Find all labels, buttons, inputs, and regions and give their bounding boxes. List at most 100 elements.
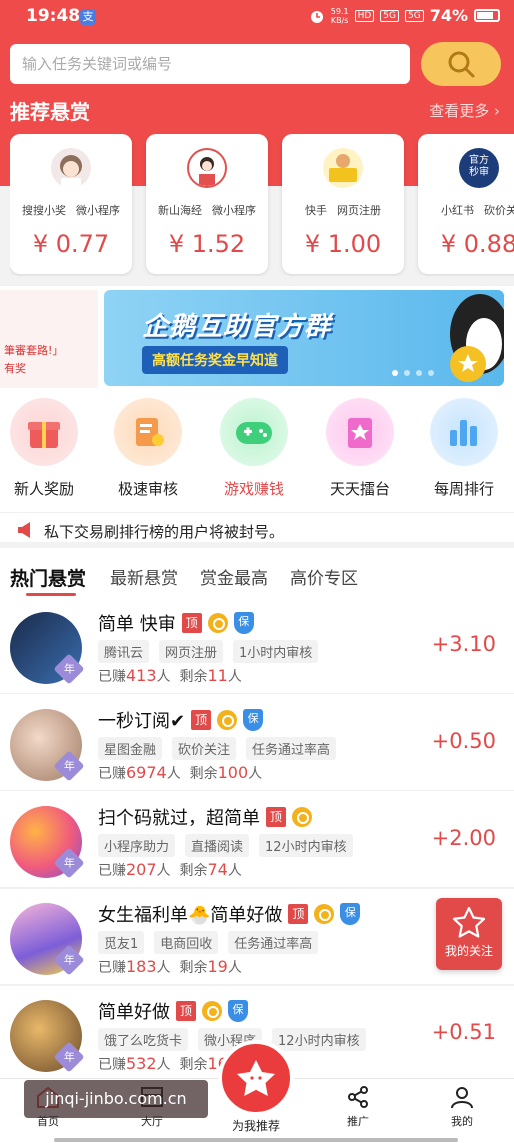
task-row[interactable]: 年 简单 快审 顶 保 腾讯云 网页注册 1小时内审核 已赚413人 剩余11人…	[0, 598, 514, 694]
tab-premium[interactable]: 高价专区	[290, 564, 358, 589]
reward-card[interactable]: 新山海经 微小程序 ¥ 1.52	[146, 134, 268, 274]
search-button[interactable]	[421, 42, 501, 86]
my-follow-button[interactable]: 我的关注	[436, 898, 502, 970]
task-tag: 星图金融	[98, 737, 163, 760]
card-tag: 快手	[305, 204, 327, 217]
task-tag: 腾讯云	[98, 640, 150, 663]
task-title: 女生福利单🐣简单好做	[98, 905, 283, 926]
task-row[interactable]: 年 扫个码就过，超简单 顶 小程序助力 直播阅读 12小时内审核 已赚207人 …	[0, 792, 514, 888]
task-title: 扫个码就过，超简单	[98, 808, 260, 829]
tab-hot[interactable]: 热门悬赏	[10, 564, 86, 591]
card-price: ¥ 0.77	[32, 230, 110, 258]
card-tag: 搜搜小奖	[22, 204, 66, 217]
shortcut-game-earn[interactable]: 游戏赚钱	[204, 398, 304, 499]
card-logo-text: 官方	[469, 155, 489, 166]
task-price: +0.50	[431, 729, 496, 753]
task-stats: 已赚413人 剩余11人	[98, 666, 242, 685]
notice-bar[interactable]: 私下交易刷排行榜的用户将被封号。	[0, 512, 514, 548]
pagination-dot	[428, 370, 434, 376]
task-tag: 觅友1	[98, 931, 145, 954]
top-badge: 顶	[181, 613, 202, 633]
battery-percent: 74%	[429, 6, 468, 25]
task-stats: 已赚532人 剩余16	[98, 1054, 228, 1073]
banner-subtitle: 高额任务奖金早知道	[142, 346, 288, 374]
card-avatar	[187, 148, 227, 188]
battery-icon	[474, 9, 500, 22]
task-tag: 砍价关注	[172, 737, 237, 760]
coin-icon	[217, 710, 238, 730]
card-tag: 微小程序	[212, 204, 256, 217]
gamepad-icon	[220, 398, 288, 466]
task-tag: 饿了么吃货卡	[98, 1028, 189, 1051]
task-title: 一秒订阅✔	[98, 711, 186, 732]
task-price: +2.00	[431, 826, 496, 850]
card-avatar	[323, 148, 363, 188]
follow-label: 我的关注	[444, 944, 493, 958]
notice-text: 私下交易刷排行榜的用户将被封号。	[44, 523, 285, 541]
recommended-title: 推荐悬赏	[10, 100, 90, 124]
see-more-link[interactable]: 查看更多 ›	[429, 100, 500, 121]
banner-prev-text: 筆審套路!」	[4, 344, 64, 357]
task-tabs: 热门悬赏 最新悬赏 赏金最高 高价专区	[0, 556, 514, 598]
shortcut-label: 极速审核	[117, 480, 178, 498]
arena-icon	[326, 398, 394, 466]
user-icon	[451, 1087, 473, 1109]
signal-icon-2: 5G	[405, 9, 424, 22]
search-input[interactable]	[10, 44, 410, 84]
home-indicator	[54, 1138, 458, 1142]
recommend-for-me-button[interactable]	[218, 1040, 294, 1116]
pagination-dot	[404, 370, 410, 376]
banner-prev-slide[interactable]: 筆審套路!」 有奖	[0, 290, 98, 388]
share-icon	[348, 1086, 368, 1108]
nav-promote[interactable]: 推广	[318, 1085, 398, 1129]
task-tag: 电商回收	[154, 931, 219, 954]
status-time: 19:48	[26, 6, 81, 26]
task-stats: 已赚207人 剩余74人	[98, 860, 242, 879]
pagination-dot	[416, 370, 422, 376]
reward-card[interactable]: 搜搜小奖 微小程序 ¥ 0.77	[10, 134, 132, 274]
task-tag: 网页注册	[159, 640, 224, 663]
task-title: 简单 快审	[98, 614, 176, 635]
shortcut-new-user-reward[interactable]: 新人奖励	[0, 398, 94, 499]
reward-card[interactable]: 官方 秒审 小红书 砍价关 ¥ 0.88	[418, 134, 514, 274]
banner-title: 企鹅互助官方群	[142, 312, 332, 342]
task-tag: 任务通过率高	[228, 931, 319, 954]
task-tag: 12小时内审核	[259, 834, 353, 857]
card-tag: 砍价关	[484, 204, 514, 217]
task-tag: 1小时内审核	[233, 640, 319, 663]
top-badge: 顶	[191, 710, 212, 730]
signal-icon: 5G	[380, 9, 399, 22]
shortcut-weekly-rank[interactable]: 每周排行	[414, 398, 514, 499]
card-tag: 新山海经	[158, 204, 202, 217]
top-badge: 顶	[176, 1001, 196, 1021]
task-price: +3.10	[431, 632, 496, 656]
search-icon	[448, 51, 475, 78]
shortcut-daily-arena[interactable]: 天天擂台	[310, 398, 410, 499]
reward-card[interactable]: 快手 网页注册 ¥ 1.00	[282, 134, 404, 274]
nav-mine[interactable]: 我的	[422, 1085, 502, 1129]
megaphone-icon	[18, 522, 30, 538]
task-tag: 12小时内审核	[272, 1028, 366, 1051]
tab-underline	[26, 593, 76, 596]
tab-highest-reward[interactable]: 赏金最高	[200, 564, 268, 589]
shortcut-fast-review[interactable]: 极速审核	[98, 398, 198, 499]
card-tag: 微小程序	[76, 204, 120, 217]
alarm-icon	[310, 10, 323, 23]
tab-latest[interactable]: 最新悬赏	[110, 564, 178, 589]
task-stats: 已赚6974人 剩余100人	[98, 763, 263, 782]
task-row[interactable]: 年 一秒订阅✔ 顶 保 星图金融 砍价关注 任务通过率高 已赚6974人 剩余1…	[0, 695, 514, 791]
task-price: +0.51	[431, 1020, 496, 1044]
star-icon	[452, 906, 486, 938]
promo-banner[interactable]: 企鹅互助官方群 高额任务奖金早知道	[104, 290, 504, 386]
task-title: 简单好做	[98, 1002, 170, 1023]
guarantee-badge: 保	[233, 612, 254, 634]
guarantee-badge: 保	[228, 1000, 248, 1022]
coin-icon	[207, 613, 228, 633]
status-indicators: 59.1 KB/s HD 5G 5G 74%	[309, 6, 500, 25]
watermark: jinqi-jinbo.com.cn	[24, 1080, 208, 1118]
net-speed: 59.1 KB/s	[330, 6, 349, 25]
review-icon	[114, 398, 182, 466]
chart-icon	[430, 398, 498, 466]
top-badge: 顶	[288, 904, 309, 924]
penguin-icon	[450, 294, 504, 382]
